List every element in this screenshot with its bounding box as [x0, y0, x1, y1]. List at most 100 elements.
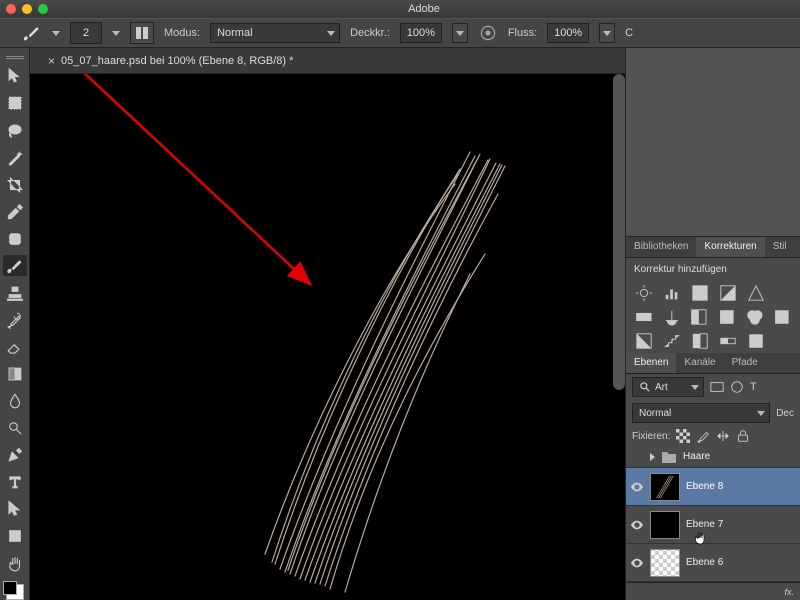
adjustments-row-1	[626, 281, 800, 305]
move-tool[interactable]	[3, 66, 27, 87]
gradient-tool[interactable]	[3, 364, 27, 385]
magic-wand-tool[interactable]	[3, 147, 27, 168]
dodge-tool[interactable]	[3, 418, 27, 439]
brightness-icon[interactable]	[634, 284, 654, 302]
visibility-toggle[interactable]	[630, 556, 644, 570]
stamp-tool[interactable]	[3, 282, 27, 303]
visibility-toggle[interactable]	[630, 518, 644, 532]
eraser-tool[interactable]	[3, 337, 27, 358]
adjustments-panel-tabs: Bibliotheken Korrekturen Stil	[626, 237, 800, 258]
disclosure-icon[interactable]	[650, 453, 655, 461]
crop-tool[interactable]	[3, 174, 27, 195]
opacity-label: Deckkr.:	[350, 27, 390, 39]
close-tab-icon[interactable]: ×	[48, 54, 55, 68]
levels-icon[interactable]	[662, 284, 682, 302]
invert-icon[interactable]	[634, 332, 654, 350]
top-empty-panel	[626, 48, 800, 237]
flow-dropdown[interactable]	[599, 23, 615, 43]
lock-position-icon[interactable]	[716, 429, 730, 443]
toolbar-grip[interactable]	[6, 56, 24, 60]
posterize-icon[interactable]	[662, 332, 682, 350]
brush-tool[interactable]	[3, 255, 27, 276]
lock-pixels-icon[interactable]	[696, 429, 710, 443]
document-tab-title: 05_07_haare.psd bei 100% (Ebene 8, RGB/8…	[61, 55, 293, 67]
window-titlebar: Adobe	[0, 0, 800, 18]
blend-mode-value: Normal	[217, 27, 252, 39]
lock-label: Fixieren:	[632, 431, 670, 442]
layer-thumbnail	[650, 473, 680, 501]
tab-stil[interactable]: Stil	[765, 237, 795, 257]
hand-tool[interactable]	[3, 553, 27, 574]
marquee-tool[interactable]	[3, 93, 27, 114]
brush-size-input[interactable]: 2	[70, 22, 102, 44]
threshold-icon[interactable]	[690, 332, 710, 350]
lasso-tool[interactable]	[3, 120, 27, 141]
shape-tool[interactable]	[3, 526, 27, 547]
blend-mode-select[interactable]: Normal	[210, 23, 340, 43]
tab-bibliotheken[interactable]: Bibliotheken	[626, 237, 696, 257]
app-title: Adobe	[54, 3, 794, 15]
layers-panel-tabs: Ebenen Kanäle Pfade	[626, 353, 800, 374]
type-tool[interactable]	[3, 472, 27, 493]
filter-image-icon[interactable]	[710, 380, 724, 394]
lock-all-icon[interactable]	[736, 429, 750, 443]
pen-tool[interactable]	[3, 445, 27, 466]
opacity-dropdown[interactable]	[452, 23, 468, 43]
flow-input[interactable]: 100%	[547, 23, 589, 43]
close-window-button[interactable]	[6, 4, 16, 14]
layers-footer: fx.	[626, 582, 800, 600]
document-area: × 05_07_haare.psd bei 100% (Ebene 8, RGB…	[30, 48, 625, 600]
fx-icon[interactable]: fx.	[784, 587, 794, 597]
pressure-opacity-icon[interactable]	[478, 23, 498, 43]
path-selection-tool[interactable]	[3, 499, 27, 520]
blur-tool[interactable]	[3, 391, 27, 412]
layer-filter-select[interactable]: Art	[632, 377, 704, 397]
exposure-icon[interactable]	[718, 284, 738, 302]
document-tab[interactable]: × 05_07_haare.psd bei 100% (Ebene 8, RGB…	[38, 50, 303, 72]
brush-preset-dropdown[interactable]	[112, 31, 120, 36]
photo-filter-icon[interactable]	[717, 308, 737, 326]
filter-adjust-icon[interactable]	[730, 380, 744, 394]
bw-icon[interactable]	[689, 308, 709, 326]
flow-label: Fluss:	[508, 27, 537, 39]
layer-ebene-6[interactable]: Ebene 6	[626, 544, 800, 582]
brush-tool-icon	[22, 23, 42, 43]
layer-name: Ebene 8	[686, 481, 723, 492]
filter-type-icon[interactable]: T	[750, 381, 757, 393]
layer-group-haare[interactable]: Haare	[626, 446, 800, 468]
tools-panel	[0, 48, 30, 600]
tab-pfade[interactable]: Pfade	[724, 353, 766, 373]
curves-icon[interactable]	[690, 284, 710, 302]
overflow-letter: C	[625, 27, 633, 39]
selective-color-icon[interactable]	[746, 332, 766, 350]
folder-icon	[661, 450, 677, 464]
adjustments-row-2	[626, 305, 800, 329]
hue-icon[interactable]	[634, 308, 654, 326]
tab-kanaele[interactable]: Kanäle	[676, 353, 723, 373]
adjustments-title: Korrektur hinzufügen	[626, 258, 800, 281]
tab-ebenen[interactable]: Ebenen	[626, 353, 676, 373]
channel-mixer-icon[interactable]	[745, 308, 765, 326]
healing-brush-tool[interactable]	[3, 228, 27, 249]
zoom-window-button[interactable]	[38, 4, 48, 14]
lock-transparency-icon[interactable]	[676, 429, 690, 443]
layer-blend-mode-select[interactable]: Normal	[632, 403, 770, 423]
color-swatches[interactable]	[6, 584, 24, 600]
vertical-scrollbar[interactable]	[613, 74, 625, 390]
opacity-input[interactable]: 100%	[400, 23, 442, 43]
eyedropper-tool[interactable]	[3, 201, 27, 222]
minimize-window-button[interactable]	[22, 4, 32, 14]
vibrance-icon[interactable]	[746, 284, 766, 302]
tab-korrekturen[interactable]: Korrekturen	[696, 237, 764, 257]
canvas[interactable]	[30, 74, 625, 600]
brush-panel-toggle[interactable]	[130, 22, 154, 44]
history-brush-tool[interactable]	[3, 309, 27, 330]
visibility-toggle[interactable]	[630, 480, 644, 494]
layer-ebene-7[interactable]: Ebene 7	[626, 506, 800, 544]
color-balance-icon[interactable]	[662, 308, 682, 326]
tool-preset-dropdown[interactable]	[52, 31, 60, 36]
layer-ebene-8[interactable]: Ebene 8	[626, 468, 800, 506]
gradient-map-icon[interactable]	[718, 332, 738, 350]
lut-icon[interactable]	[772, 308, 792, 326]
visibility-toggle[interactable]	[630, 450, 644, 464]
